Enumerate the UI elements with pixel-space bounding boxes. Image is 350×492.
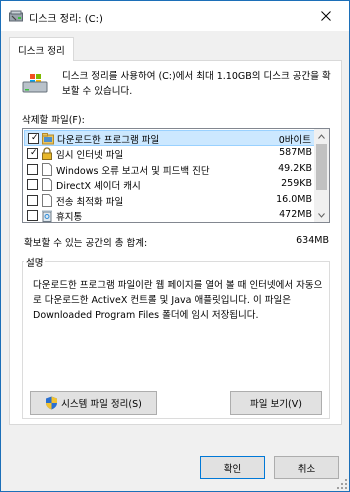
checkbox[interactable] xyxy=(27,210,38,221)
file-category-size: 259KB xyxy=(281,178,312,189)
checkbox[interactable] xyxy=(27,163,38,175)
resize-grip-icon[interactable] xyxy=(337,479,347,489)
list-item[interactable]: ✓ 임시 인터넷 파일 587MB xyxy=(24,146,315,162)
page-icon xyxy=(42,162,52,176)
file-category-size: 0바이트 xyxy=(278,135,311,146)
files-listbox[interactable]: ✓ 다운로드한 프로그램 파일 0바이트 ✓ 임시 인터넷 파일 587MB W… xyxy=(22,128,330,223)
disk-cleanup-icon xyxy=(9,10,23,22)
chevron-up-icon xyxy=(318,133,325,139)
scroll-up-button[interactable] xyxy=(314,129,329,143)
intro-text: 디스크 정리를 사용하여 (C:)에서 최대 1.10GB의 디스크 공간을 확… xyxy=(62,71,331,97)
tab-disk-cleanup[interactable]: 디스크 정리 xyxy=(9,37,74,61)
lock-icon xyxy=(42,147,52,160)
page-icon xyxy=(42,178,52,191)
list-scrollbar[interactable] xyxy=(314,129,329,222)
file-category-name: 다운로드한 프로그램 파일 xyxy=(57,135,160,146)
folder-icon xyxy=(42,133,54,145)
file-category-name: Windows 오류 보고서 및 피드백 진단 xyxy=(56,165,210,177)
cancel-button[interactable]: 취소 xyxy=(274,456,339,479)
drive-icon xyxy=(22,74,48,93)
file-category-size: 16.0MB xyxy=(276,193,312,205)
close-button[interactable] xyxy=(303,1,349,31)
list-item[interactable]: ✓ 다운로드한 프로그램 파일 0바이트 xyxy=(24,130,315,146)
file-category-name: 전송 최적화 파일 xyxy=(56,196,124,208)
files-to-delete-label: 삭제할 파일(F): xyxy=(22,115,85,126)
ok-button[interactable]: 확인 xyxy=(200,456,265,479)
tab-panel: 디스크 정리를 사용하여 (C:)에서 최대 1.10GB의 디스크 공간을 확… xyxy=(9,60,342,425)
list-item[interactable]: 휴지통 472MB xyxy=(24,208,315,223)
window-title: 디스크 정리: (C:) xyxy=(29,14,103,25)
checkbox[interactable] xyxy=(27,179,38,190)
shield-icon xyxy=(46,396,58,410)
list-item[interactable]: 전송 최적화 파일 16.0MB xyxy=(24,193,315,209)
scroll-down-button[interactable] xyxy=(314,208,329,222)
view-files-button[interactable]: 파일 보기(V) xyxy=(230,391,322,415)
clean-up-system-files-button[interactable]: 시스템 파일 정리(S) xyxy=(30,391,157,415)
disk-cleanup-window: 디스크 정리: (C:) 디스크 정리 디스크 정리를 사용하여 (C:)에서 … xyxy=(0,0,350,492)
tab-strip: 디스크 정리 xyxy=(9,37,343,61)
list-item[interactable]: DirectX 셰이더 캐시 259KB xyxy=(24,177,315,193)
title-bar[interactable]: 디스크 정리: (C:) xyxy=(1,1,349,31)
total-space-value: 634MB xyxy=(296,235,329,246)
checkbox[interactable]: ✓ xyxy=(28,133,39,144)
clean-up-system-files-label: 시스템 파일 정리(S) xyxy=(61,399,142,410)
file-category-size: 49.2KB xyxy=(278,162,312,174)
checkbox[interactable] xyxy=(27,194,38,206)
page-icon xyxy=(42,193,52,207)
file-category-size: 472MB xyxy=(279,209,312,220)
scroll-thumb[interactable] xyxy=(316,144,327,190)
description-text: 다운로드한 프로그램 파일이란 웹 페이지를 열어 볼 때 인터넷에서 자동으로… xyxy=(33,280,323,321)
close-icon xyxy=(321,11,331,21)
file-category-name: 임시 인터넷 파일 xyxy=(56,150,124,161)
list-item[interactable]: Windows 오류 보고서 및 피드백 진단 49.2KB xyxy=(24,162,315,178)
chevron-down-icon xyxy=(318,212,325,218)
description-group-title: 설명 xyxy=(24,255,46,269)
file-category-size: 587MB xyxy=(279,147,312,158)
file-category-name: DirectX 셰이더 캐시 xyxy=(56,181,141,192)
total-space-label: 확보할 수 있는 공간의 총 합계: xyxy=(24,238,148,249)
checkbox[interactable]: ✓ xyxy=(27,148,38,159)
recycle-bin-icon xyxy=(42,210,52,222)
file-category-name: 휴지통 xyxy=(56,212,83,223)
